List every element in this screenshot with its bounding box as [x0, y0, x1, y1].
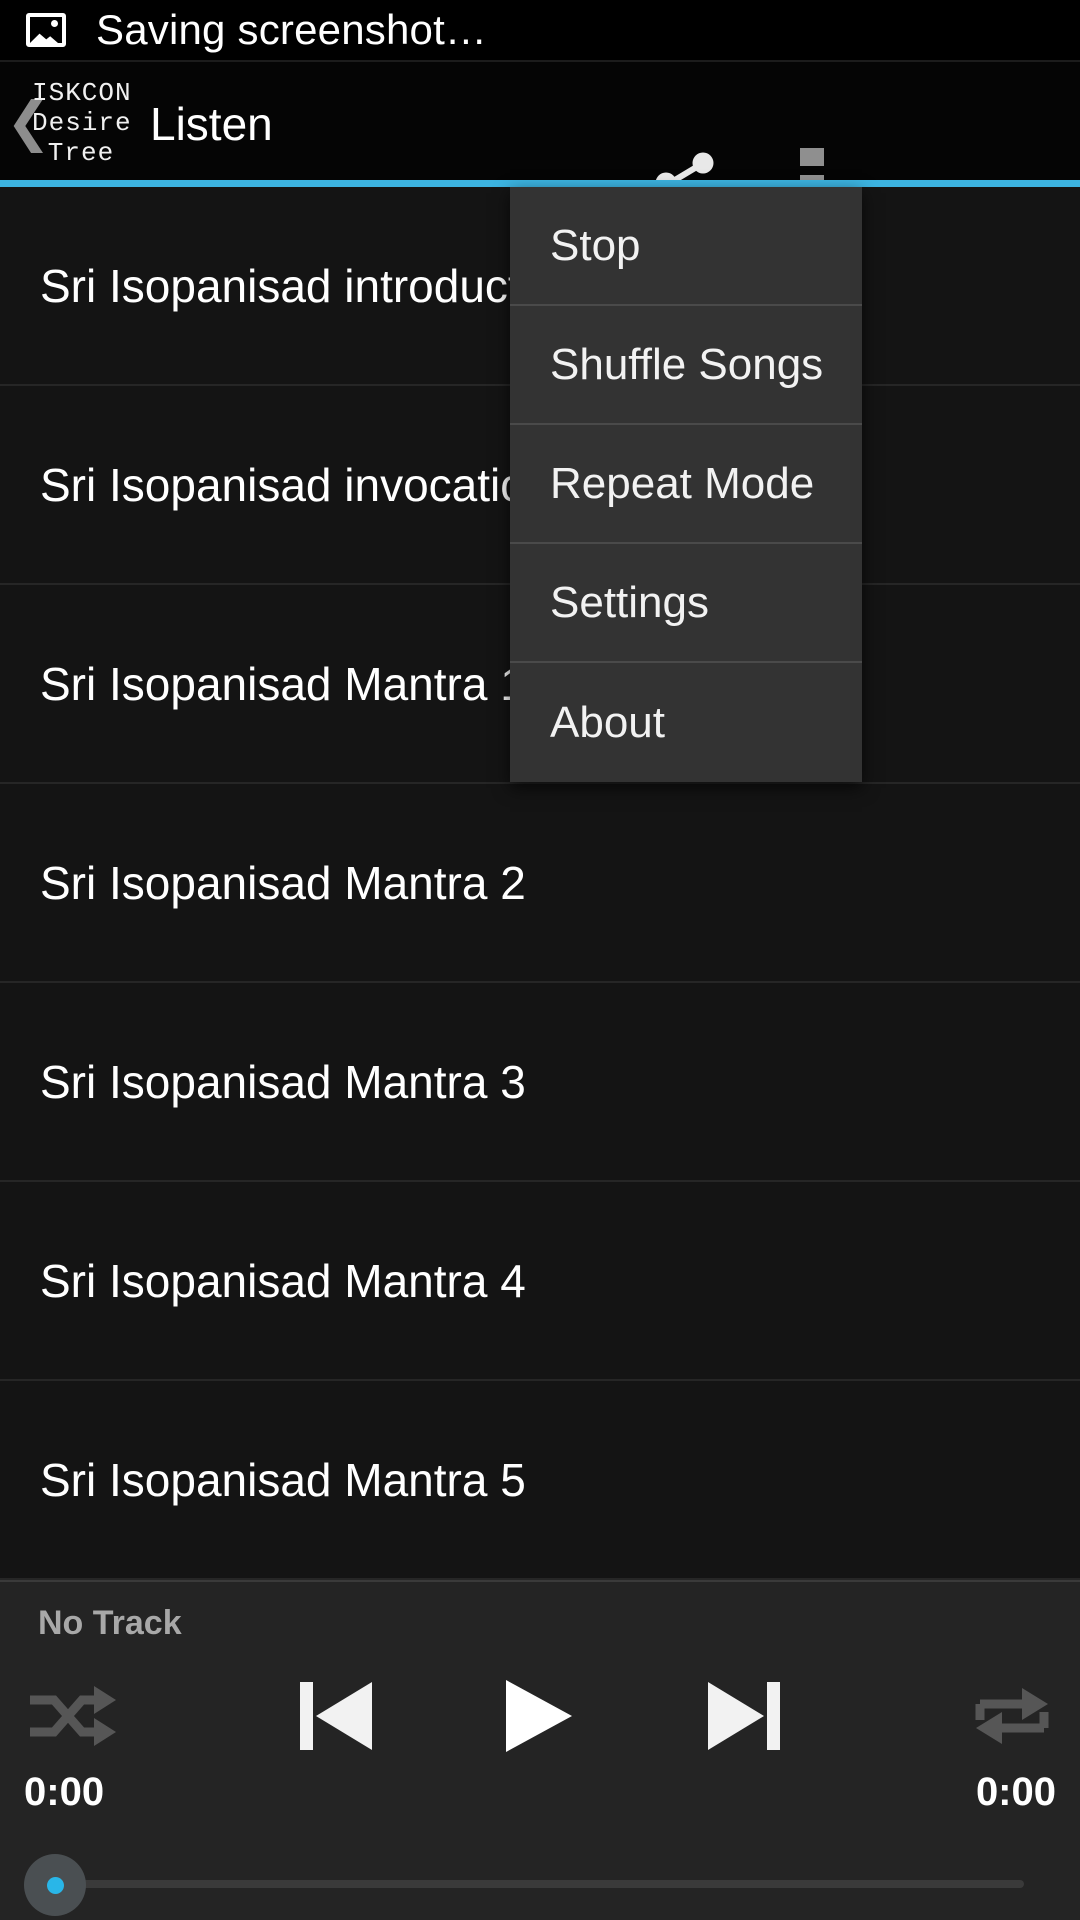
song-title: Sri Isopanisad Mantra 1 [40, 657, 526, 710]
song-title: Sri Isopanisad invocation [40, 458, 552, 511]
seek-thumb[interactable] [24, 1854, 86, 1916]
song-title: Sri Isopanisad introduction [40, 259, 583, 312]
seek-thumb-dot [46, 1876, 64, 1894]
image-saving-icon [26, 13, 66, 47]
song-title: Sri Isopanisad Mantra 4 [40, 1254, 526, 1307]
list-item[interactable]: Sri Isopanisad Mantra 4 [0, 1182, 1080, 1381]
status-bar-text: Saving screenshot… [96, 6, 488, 53]
list-item[interactable]: Sri Isopanisad Mantra 2 [0, 784, 1080, 983]
brand-line-2: Desire [32, 108, 132, 138]
seek-bar[interactable] [0, 1844, 1080, 1920]
total-time: 0:00 [975, 1770, 1056, 1814]
menu-item-shuffle-songs[interactable]: Shuffle Songs [510, 306, 862, 425]
menu-item-about[interactable]: About [510, 663, 862, 782]
action-bar: ❮ ISKCON Desire Tree Listen [0, 62, 1080, 242]
overflow-dropdown-menu[interactable]: Stop Shuffle Songs Repeat Mode Settings … [510, 187, 862, 782]
current-track-label: No Track [38, 1604, 182, 1642]
song-title: Sri Isopanisad Mantra 5 [40, 1453, 526, 1506]
menu-item-label: About [550, 697, 665, 747]
app-root: Saving screenshot… ❮ ISKCON Desire Tree … [0, 0, 1080, 1920]
menu-item-label: Repeat Mode [550, 458, 815, 508]
brand-line-1: ISKCON [32, 78, 132, 108]
menu-item-label: Settings [550, 577, 709, 627]
song-title: Sri Isopanisad Mantra 3 [40, 1055, 526, 1108]
menu-item-label: Shuffle Songs [550, 339, 824, 389]
song-title: Sri Isopanisad Mantra 2 [40, 856, 526, 909]
app-brand-logo[interactable]: ISKCON Desire Tree [32, 78, 132, 168]
page-title: Listen [150, 98, 273, 150]
elapsed-time: 0:00 [24, 1770, 105, 1814]
accent-divider [0, 180, 1080, 187]
list-item[interactable]: Sri Isopanisad Mantra 3 [0, 983, 1080, 1182]
player-panel: No Track 0:00 0:00 [0, 1580, 1080, 1920]
shuffle-icon[interactable] [20, 1674, 116, 1758]
list-item[interactable]: Sri Isopanisad Mantra 5 [0, 1381, 1080, 1580]
next-track-icon[interactable] [700, 1674, 790, 1758]
player-controls [0, 1674, 1080, 1758]
menu-item-repeat-mode[interactable]: Repeat Mode [510, 425, 862, 544]
repeat-icon[interactable] [964, 1674, 1060, 1758]
menu-item-label: Stop [550, 220, 641, 270]
play-icon[interactable] [488, 1674, 586, 1758]
menu-item-settings[interactable]: Settings [510, 544, 862, 663]
previous-track-icon[interactable] [290, 1674, 380, 1758]
brand-line-3: Tree [47, 138, 115, 168]
status-bar: Saving screenshot… [0, 0, 1080, 62]
seek-track[interactable] [56, 1880, 1024, 1888]
menu-item-stop[interactable]: Stop [510, 187, 862, 306]
